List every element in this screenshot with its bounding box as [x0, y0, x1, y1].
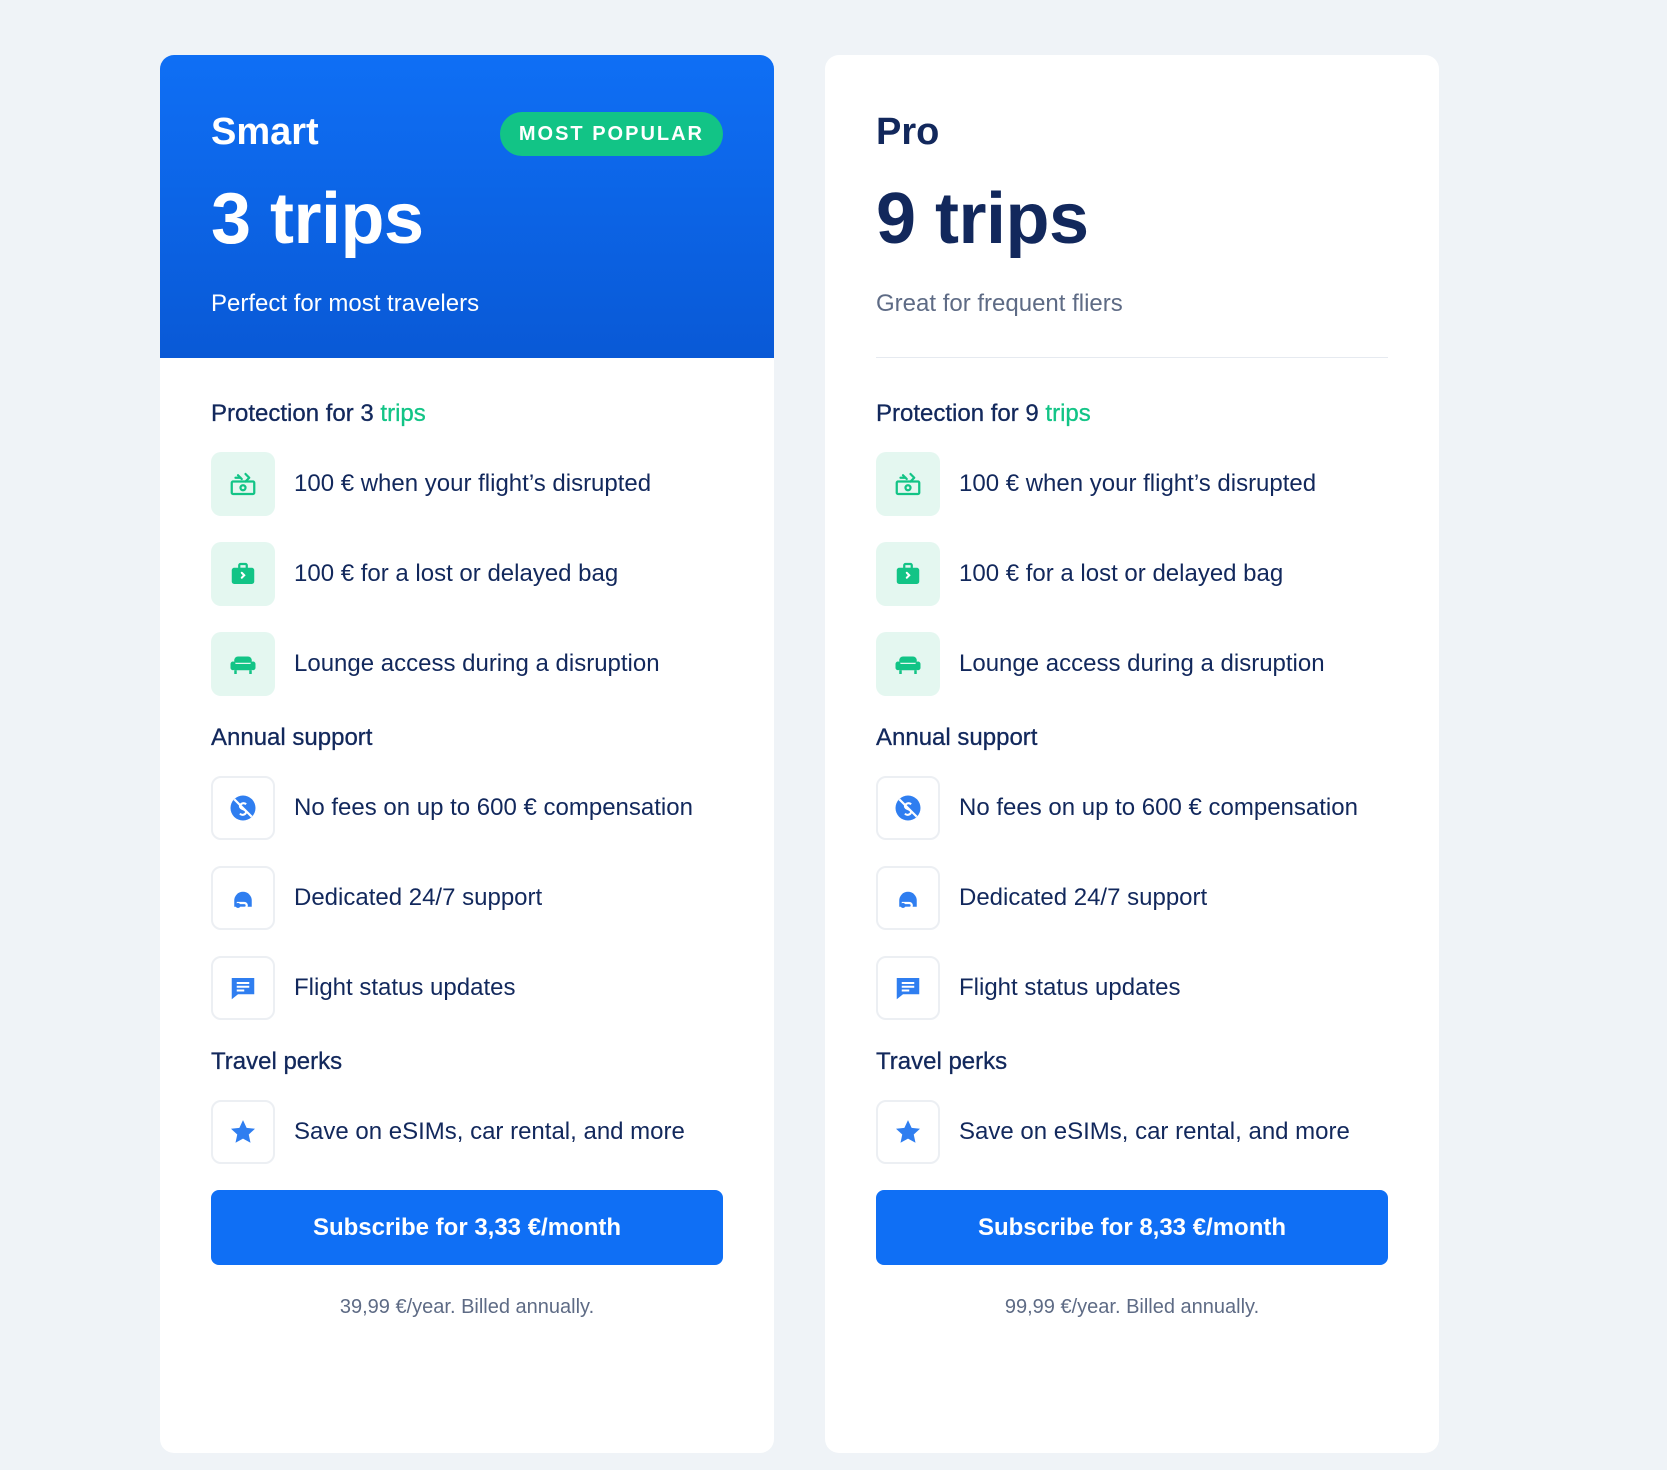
headset-icon — [211, 866, 275, 930]
feature-text: 100 € for a lost or delayed bag — [294, 560, 619, 587]
protection-features: 100 € when your flight’s disrupted 100 €… — [876, 452, 1388, 696]
feature-text: Lounge access during a disruption — [294, 650, 660, 677]
support-features: No fees on up to 600 € compensation Dedi… — [876, 776, 1388, 1020]
message-icon — [876, 956, 940, 1020]
feature-item: Save on eSIMs, car rental, and more — [211, 1100, 723, 1164]
billing-note: 99,99 €/year. Billed annually. — [1004, 1296, 1260, 1318]
feature-item: Flight status updates — [211, 956, 723, 1020]
feature-item: 100 € for a lost or delayed bag — [876, 542, 1388, 606]
feature-text: Lounge access during a disruption — [959, 650, 1325, 677]
plan-card-smart: Smart MOST POPULAR 3 trips Perfect for m… — [160, 55, 774, 1453]
support-features: No fees on up to 600 € compensation Dedi… — [211, 776, 723, 1020]
protection-title-text: Protection for 9 — [876, 400, 1039, 427]
feature-item: No fees on up to 600 € compensation — [876, 776, 1388, 840]
feature-item: Dedicated 24/7 support — [876, 866, 1388, 930]
support-section-title: Annual support — [876, 724, 1038, 751]
protection-features: 100 € when your flight’s disrupted 100 €… — [211, 452, 723, 696]
most-popular-badge: MOST POPULAR — [499, 112, 723, 156]
lounge-chair-icon — [211, 632, 275, 696]
feature-item: 100 € when your flight’s disrupted — [211, 452, 723, 516]
subscribe-button-pro[interactable]: Subscribe for 8,33 €/month — [876, 1190, 1388, 1265]
feature-text: Flight status updates — [294, 974, 516, 1001]
cash-icon — [211, 452, 275, 516]
feature-item: Save on eSIMs, car rental, and more — [876, 1100, 1388, 1164]
plan-tagline: Great for frequent fliers — [876, 290, 1123, 317]
feature-text: 100 € for a lost or delayed bag — [959, 560, 1284, 587]
feature-text: No fees on up to 600 € compensation — [959, 794, 1358, 821]
feature-text: Dedicated 24/7 support — [959, 884, 1208, 911]
plan-tagline: Perfect for most travelers — [211, 290, 480, 317]
star-icon — [211, 1100, 275, 1164]
no-fees-icon — [876, 776, 940, 840]
lounge-chair-icon — [876, 632, 940, 696]
feature-item: Lounge access during a disruption — [876, 632, 1388, 696]
perks-section-title: Travel perks — [876, 1048, 1008, 1075]
feature-text: Dedicated 24/7 support — [294, 884, 543, 911]
headset-icon — [876, 866, 940, 930]
trips-count: 3 trips — [211, 179, 424, 259]
support-section-title: Annual support — [211, 724, 373, 751]
feature-text: Save on eSIMs, car rental, and more — [294, 1118, 685, 1145]
no-fees-icon — [211, 776, 275, 840]
star-icon — [876, 1100, 940, 1164]
feature-text: 100 € when your flight’s disrupted — [959, 470, 1317, 497]
plan-header-pro: Pro 9 trips Great for frequent fliers — [825, 55, 1439, 358]
suitcase-icon — [211, 542, 275, 606]
protection-title-accent: trips — [1045, 400, 1091, 427]
plan-card-pro: Pro 9 trips Great for frequent fliers Pr… — [825, 55, 1439, 1453]
protection-section-title: Protection for 9 trips — [876, 398, 1388, 430]
feature-text: No fees on up to 600 € compensation — [294, 794, 693, 821]
feature-item: No fees on up to 600 € compensation — [211, 776, 723, 840]
feature-text: 100 € when your flight’s disrupted — [294, 470, 652, 497]
protection-title-text: Protection for 3 — [211, 400, 374, 427]
plan-header-smart: Smart MOST POPULAR 3 trips Perfect for m… — [160, 55, 774, 358]
perks-features: Save on eSIMs, car rental, and more — [876, 1100, 1388, 1164]
protection-title-accent: trips — [380, 400, 426, 427]
cash-icon — [876, 452, 940, 516]
protection-section-title: Protection for 3 trips — [211, 398, 723, 430]
feature-item: Lounge access during a disruption — [211, 632, 723, 696]
suitcase-icon — [876, 542, 940, 606]
perks-features: Save on eSIMs, car rental, and more — [211, 1100, 723, 1164]
plan-body-smart: Protection for 3 trips 100 € when your f… — [160, 358, 774, 1319]
message-icon — [211, 956, 275, 1020]
subscribe-button-smart[interactable]: Subscribe for 3,33 €/month — [211, 1190, 723, 1265]
feature-item: 100 € for a lost or delayed bag — [211, 542, 723, 606]
feature-item: Flight status updates — [876, 956, 1388, 1020]
plan-body-pro: Protection for 9 trips 100 € when your f… — [825, 358, 1439, 1319]
feature-text: Save on eSIMs, car rental, and more — [959, 1118, 1350, 1145]
billing-note: 39,99 €/year. Billed annually. — [339, 1296, 595, 1318]
feature-item: 100 € when your flight’s disrupted — [876, 452, 1388, 516]
feature-text: Flight status updates — [959, 974, 1181, 1001]
trips-count: 9 trips — [876, 179, 1089, 259]
plan-name: Pro — [876, 111, 940, 153]
perks-section-title: Travel perks — [211, 1048, 343, 1075]
feature-item: Dedicated 24/7 support — [211, 866, 723, 930]
